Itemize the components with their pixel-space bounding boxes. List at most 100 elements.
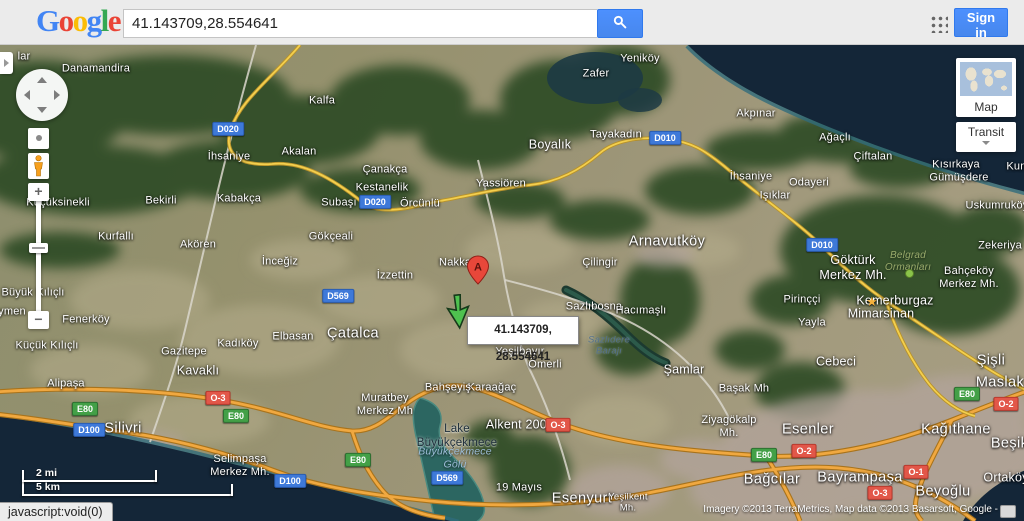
road-shield: O-3: [205, 390, 231, 406]
road-shield: D010: [649, 130, 681, 146]
map-label: Maslak: [975, 374, 1024, 391]
reset-view-button[interactable]: [28, 128, 49, 149]
road-shield: D020: [359, 194, 391, 210]
map-label: Kestanelik: [355, 181, 409, 194]
sign-in-button[interactable]: Sign in: [954, 8, 1008, 40]
logo-letter: e: [107, 3, 122, 38]
map-label: Işıklar: [759, 189, 791, 202]
map-label: Kurfallı: [98, 230, 134, 243]
pan-right-icon[interactable]: [54, 90, 60, 100]
magnifier-icon: [613, 15, 627, 29]
transit-label: Transit: [967, 125, 1005, 139]
chevron-down-icon: [982, 141, 990, 145]
map-label: Zafer: [582, 67, 610, 80]
map-label: Danamandira: [61, 62, 131, 75]
handle-grip-icon: [32, 247, 45, 249]
map-thumbnail-icon: [960, 62, 1012, 96]
map-label: Fenerköy: [62, 313, 110, 326]
map-label: Beşikta: [990, 435, 1024, 452]
map-label: İzzettin: [376, 269, 414, 282]
expander-arrow-icon: [4, 59, 9, 67]
map-label: Küçük Kılıçlı: [15, 339, 79, 352]
map-label: İhsaniye: [207, 150, 251, 163]
logo-letter: g: [86, 3, 103, 38]
transit-button[interactable]: Transit: [956, 122, 1016, 152]
map-label: ymen: [0, 305, 26, 318]
map-attribution: Imagery ©2013 TerraMetrics, Map data ©20…: [703, 504, 998, 515]
pan-control[interactable]: [16, 69, 68, 121]
map-label: Kavaklı: [176, 363, 220, 378]
map-label: Ziyagökalp Mh.: [701, 413, 757, 439]
zoom-slider-handle[interactable]: [29, 243, 48, 253]
zoom-in-button[interactable]: +: [28, 183, 49, 201]
logo-letter: o: [72, 3, 89, 38]
pan-down-icon[interactable]: [37, 107, 47, 113]
map-label: Bahşeyiş: [424, 381, 472, 394]
panel-expander-button[interactable]: [0, 52, 13, 74]
map-label: Kadıköy: [217, 337, 259, 350]
map-label: Bekirli: [145, 194, 177, 207]
map-label: Sazlıdere Barajı: [588, 334, 630, 357]
map-label: Karaağaç: [467, 381, 517, 394]
search-input[interactable]: [123, 9, 597, 38]
map-label: Kalfa: [308, 94, 336, 107]
map-label: Alipaşa: [47, 377, 85, 390]
map-label: lar: [17, 50, 31, 63]
pan-up-icon[interactable]: [37, 77, 47, 83]
road-shield: O-2: [791, 443, 817, 459]
map-label: Gökçeali: [308, 230, 354, 243]
map-label: Cebeci: [815, 354, 857, 369]
google-maps-page: Google Sign in: [0, 0, 1024, 521]
map-label: Boyalık: [528, 137, 572, 152]
map-label: Yayla: [798, 316, 826, 329]
browser-status-bar: javascript:void(0): [0, 502, 114, 521]
map-label: Mimarsinan: [847, 306, 915, 321]
map-label: Büyük Kılıçlı: [1, 286, 65, 299]
map-label: Silivri: [104, 420, 142, 437]
map-label: 19 Mayıs: [495, 481, 543, 494]
marker-info-box[interactable]: 41.143709, 28.554641: [467, 316, 579, 363]
map-label: Kağıthane: [921, 421, 991, 438]
search-button[interactable]: [597, 9, 643, 38]
pegman-street-view[interactable]: [28, 153, 49, 179]
road-shield: E80: [750, 447, 778, 463]
map-label: Esenler: [782, 421, 834, 438]
road-shield: E80: [222, 408, 250, 424]
scale-bar: 2 mi 5 km: [22, 467, 237, 499]
google-logo[interactable]: Google: [36, 3, 122, 39]
map-label: Şişli: [976, 352, 1006, 369]
zoom-out-button[interactable]: −: [28, 311, 49, 329]
map-label: Subaşı: [321, 196, 357, 209]
road-shield: D100: [73, 422, 105, 438]
map-label: Uskumruköy: [965, 199, 1024, 212]
road-shield: D569: [431, 470, 463, 486]
zoom-slider-track[interactable]: [36, 201, 41, 311]
map-label: Örcünlü: [400, 197, 440, 210]
map-label: Çiftalan: [853, 150, 893, 163]
map-label: Bayrampaşa: [817, 469, 903, 486]
map-label: Tayakadın: [590, 128, 642, 141]
map-label: Yeniköy: [620, 52, 660, 65]
road-shield: D010: [806, 237, 838, 253]
map-label: Kabakça: [216, 192, 262, 205]
top-bar: Google Sign in: [0, 0, 1024, 45]
road-shield: E80: [344, 452, 372, 468]
map-label: Muratbey Merkez Mh: [356, 391, 414, 417]
map-label: Odayeri: [789, 176, 829, 189]
map-label: Akpınar: [736, 107, 776, 120]
map-label: Büyükçekmece Gölü: [418, 445, 492, 470]
road-shield: O-3: [545, 417, 571, 433]
pan-left-icon[interactable]: [24, 90, 30, 100]
apps-grid-icon[interactable]: [929, 14, 948, 33]
logo-letter: G: [36, 3, 60, 38]
svg-text:A: A: [474, 262, 482, 274]
map-canvas[interactable]: lar Danamandira Kalfa Zafer Yeniköy Boyalık Ta…: [0, 45, 1024, 521]
feedback-icon[interactable]: [1000, 505, 1016, 518]
map-type-button[interactable]: Map: [956, 58, 1016, 117]
road-shield: E80: [953, 386, 981, 402]
map-label: Ağaçlı: [819, 131, 851, 144]
map-label: Bağcılar: [743, 471, 801, 488]
map-label: Yeşilkent Mh.: [608, 491, 648, 514]
map-type-label: Map: [974, 100, 998, 114]
red-marker-pin-a[interactable]: A: [466, 255, 490, 285]
